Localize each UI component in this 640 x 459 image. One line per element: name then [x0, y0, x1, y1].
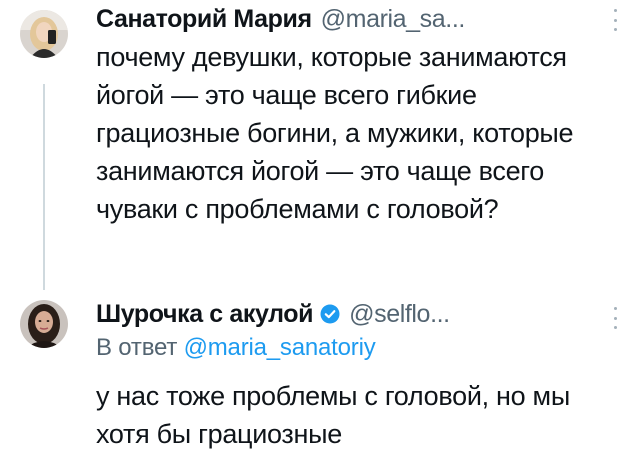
tweet-reply: Шурочка с акулой @selflo... В ответ @mar… [0, 290, 640, 459]
more-dot [613, 326, 617, 329]
tweet-text: почему девушки, которые занимаются йогой… [96, 42, 574, 224]
more-dot [613, 316, 617, 320]
more-dot [613, 18, 617, 22]
more-vertical-icon [613, 307, 617, 310]
tweet-original: Санаторий Мария @maria_sa... почему деву… [0, 0, 640, 300]
display-name[interactable]: Санаторий Мария [96, 5, 312, 34]
verified-badge-icon [320, 304, 340, 324]
more-dot [613, 28, 617, 31]
tweet-text: у нас тоже проблемы с головой, но мы хот… [96, 381, 570, 449]
more-vertical-icon [613, 9, 617, 12]
reply-context: В ответ @maria_sanatoriy [96, 334, 376, 362]
user-handle[interactable]: @maria_sa... [321, 5, 466, 34]
user-handle[interactable]: @selflo... [349, 300, 450, 329]
thread-line [43, 84, 45, 290]
reply-prefix: В ответ [96, 334, 178, 361]
tweet-header: Санаторий Мария @maria_sa... [96, 3, 465, 35]
dark-haired-woman-avatar-icon [20, 300, 68, 348]
more-options-button[interactable] [612, 307, 618, 329]
blonde-woman-avatar-icon [20, 10, 68, 58]
avatar[interactable] [20, 300, 68, 348]
tweet-header: Шурочка с акулой @selflo... [96, 298, 450, 330]
display-name[interactable]: Шурочка с акулой [96, 300, 314, 329]
reply-mention-link[interactable]: @maria_sanatoriy [184, 334, 376, 361]
avatar[interactable] [20, 10, 68, 58]
more-options-button[interactable] [612, 9, 618, 31]
